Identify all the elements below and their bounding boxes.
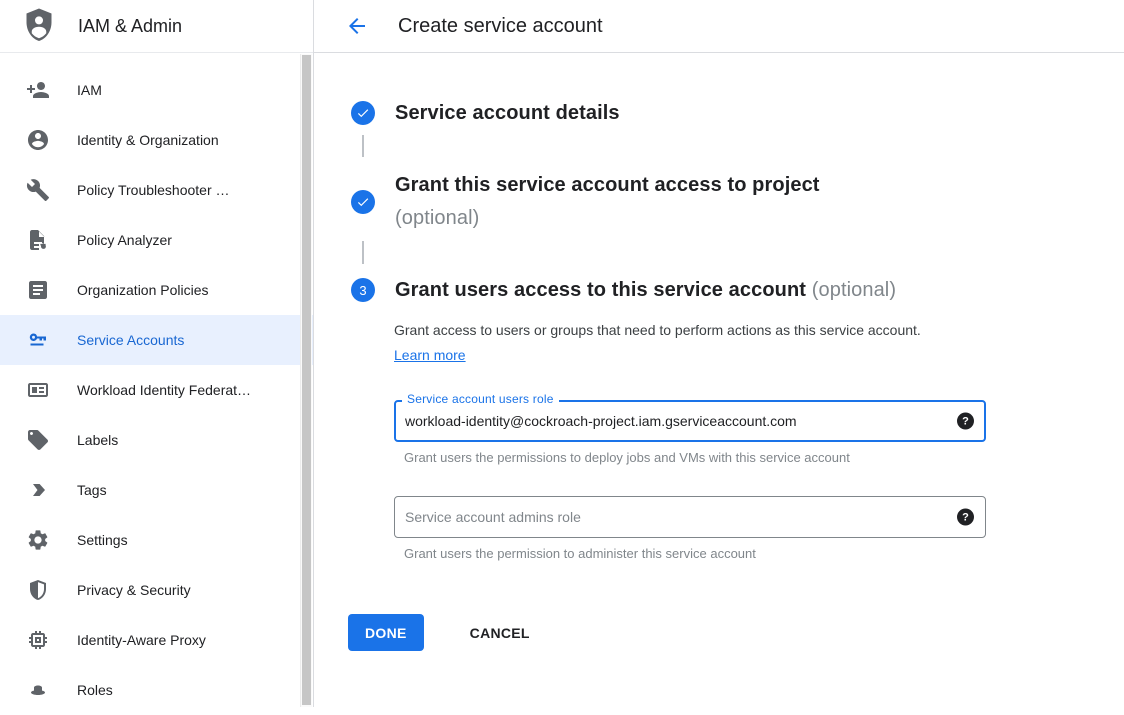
- users-role-helper-text: Grant users the permissions to deploy jo…: [404, 450, 1124, 466]
- sidebar-item-label: Policy Troubleshooter …: [77, 182, 230, 198]
- sidebar-item-label: Settings: [77, 532, 128, 548]
- product-title: IAM & Admin: [78, 16, 182, 37]
- shield-half-icon: [26, 578, 50, 602]
- back-arrow-icon[interactable]: [345, 14, 369, 38]
- sidebar-item-roles[interactable]: Roles: [0, 665, 313, 715]
- sidebar-item-label: IAM: [77, 82, 102, 98]
- step-3-title-text: Grant users access to this service accou…: [395, 279, 806, 301]
- step-3-number-badge: 3: [351, 278, 375, 302]
- sidebar-item-iam[interactable]: IAM: [0, 65, 313, 115]
- page-header: Create service account: [314, 0, 1124, 53]
- users-role-field-wrapper: Service account users role ?: [394, 400, 986, 442]
- users-role-field-label: Service account users role: [402, 391, 559, 407]
- sidebar-item-service-accounts[interactable]: Service Accounts: [0, 315, 313, 365]
- step-3-number: 3: [359, 283, 366, 298]
- page-title: Create service account: [398, 15, 603, 38]
- sidebar-item-label: Privacy & Security: [77, 582, 191, 598]
- sidebar-item-organization-policies[interactable]: Organization Policies: [0, 265, 313, 315]
- step-1-title: Service account details: [395, 99, 620, 127]
- sidebar-item-label: Labels: [77, 432, 118, 448]
- hat-icon: [26, 678, 50, 702]
- cancel-button[interactable]: CANCEL: [455, 614, 545, 651]
- sidebar-item-label: Tags: [77, 482, 107, 498]
- admins-role-helper-text: Grant users the permission to administer…: [404, 546, 1124, 562]
- step-2-optional-label: (optional): [395, 202, 820, 235]
- step-1-header: Service account details: [351, 99, 1124, 127]
- iam-admin-console: IAM & Admin IAM Identity & Organization …: [0, 0, 1124, 707]
- step-3-title: Grant users access to this service accou…: [395, 276, 896, 304]
- sidebar-item-workload-identity-federation[interactable]: Workload Identity Federat…: [0, 365, 313, 415]
- sidebar-item-identity-aware-proxy[interactable]: Identity-Aware Proxy: [0, 615, 313, 665]
- step-connector: [362, 241, 364, 264]
- sidebar-nav: IAM Identity & Organization Policy Troub…: [0, 53, 313, 715]
- tag-arrow-icon: [26, 478, 50, 502]
- person-add-icon: [26, 78, 50, 102]
- iam-shield-logo-icon: [24, 8, 54, 44]
- learn-more-link[interactable]: Learn more: [394, 347, 466, 363]
- sidebar-item-label: Identity-Aware Proxy: [77, 632, 206, 648]
- sidebar-item-label: Policy Analyzer: [77, 232, 172, 248]
- chip-icon: [26, 628, 50, 652]
- create-service-account-form: Service account details Grant this servi…: [314, 53, 1124, 651]
- sidebar-item-policy-analyzer[interactable]: Policy Analyzer: [0, 215, 313, 265]
- step-3-description: Grant access to users or groups that nee…: [394, 318, 946, 368]
- step-connector: [362, 135, 364, 157]
- help-icon[interactable]: ?: [957, 413, 974, 430]
- label-tag-icon: [26, 428, 50, 452]
- step-2-title-text: Grant this service account access to pro…: [395, 169, 820, 202]
- sidebar-item-labels[interactable]: Labels: [0, 415, 313, 465]
- sidebar-item-label: Roles: [77, 682, 113, 698]
- done-button[interactable]: DONE: [348, 614, 424, 651]
- step-1-completed-check-icon: [351, 101, 375, 125]
- document-gear-icon: [26, 228, 50, 252]
- sidebar-scrollbar-thumb[interactable]: [302, 55, 311, 705]
- step-3-header: 3 Grant users access to this service acc…: [351, 276, 1124, 304]
- sidebar-item-tags[interactable]: Tags: [0, 465, 313, 515]
- admins-role-field-wrapper: ?: [394, 496, 986, 538]
- step-3-body: Grant access to users or groups that nee…: [394, 318, 1124, 562]
- main-pane: Create service account Service account d…: [314, 0, 1124, 707]
- step-2-title: Grant this service account access to pro…: [395, 169, 820, 235]
- account-circle-icon: [26, 128, 50, 152]
- sidebar-item-privacy-security[interactable]: Privacy & Security: [0, 565, 313, 615]
- sidebar-item-identity-organization[interactable]: Identity & Organization: [0, 115, 313, 165]
- article-icon: [26, 278, 50, 302]
- sidebar-header: IAM & Admin: [0, 0, 313, 53]
- sidebar-item-policy-troubleshooter[interactable]: Policy Troubleshooter …: [0, 165, 313, 215]
- id-card-icon: [26, 378, 50, 402]
- help-icon[interactable]: ?: [957, 509, 974, 526]
- sidebar: IAM & Admin IAM Identity & Organization …: [0, 0, 314, 707]
- sidebar-scrollbar-track: [300, 54, 312, 707]
- form-actions: DONE CANCEL: [348, 614, 1124, 651]
- sidebar-item-settings[interactable]: Settings: [0, 515, 313, 565]
- step-2-header: Grant this service account access to pro…: [351, 169, 1124, 235]
- step-2-completed-check-icon: [351, 190, 375, 214]
- service-account-key-icon: [26, 328, 50, 352]
- sidebar-item-label: Organization Policies: [77, 282, 209, 298]
- sidebar-item-label: Service Accounts: [77, 332, 184, 348]
- sidebar-item-label: Identity & Organization: [77, 132, 219, 148]
- sidebar-item-label: Workload Identity Federat…: [77, 382, 251, 398]
- admins-role-input[interactable]: [394, 496, 986, 538]
- step-3-optional-label: (optional): [812, 279, 896, 301]
- wrench-icon: [26, 178, 50, 202]
- gear-icon: [26, 528, 50, 552]
